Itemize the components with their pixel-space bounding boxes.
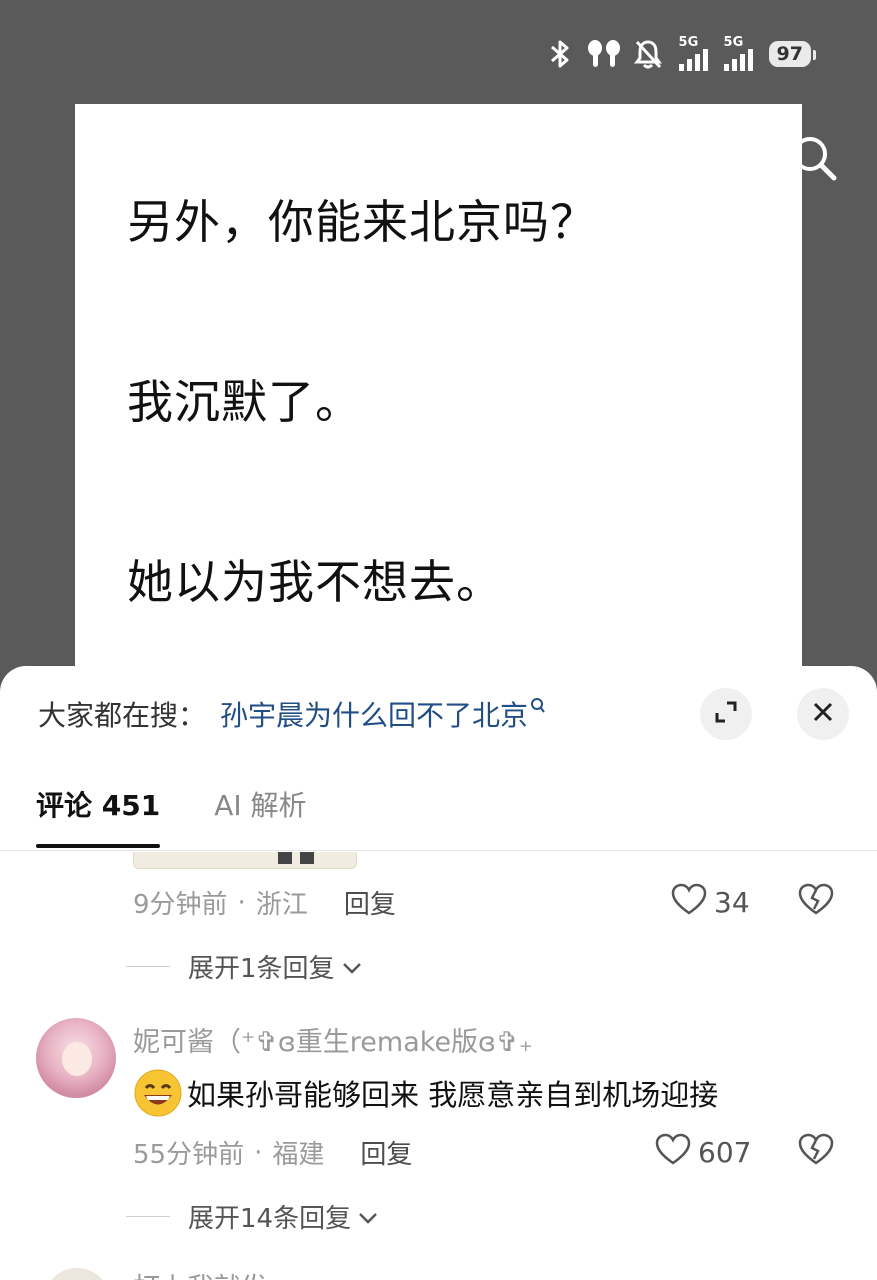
grinning-face-emoji <box>133 1068 183 1118</box>
dislike-button[interactable] <box>797 1132 835 1170</box>
expand-divider-line <box>126 966 170 967</box>
chevron-down-icon <box>357 1202 379 1232</box>
broken-heart-icon <box>797 1133 835 1170</box>
comment-meta: 55分钟前 · 福建 回复 <box>133 1134 412 1171</box>
chevron-down-icon <box>341 952 363 982</box>
expand-replies-label: 展开14条回复 <box>188 1204 352 1234</box>
tab-ai-analysis[interactable]: AI 解析 <box>214 784 306 848</box>
trending-label: 大家都在搜： <box>38 699 207 732</box>
search-small-icon <box>530 697 546 720</box>
dislike-button[interactable] <box>797 882 835 920</box>
comment-tabs: 评论 451 AI 解析 <box>36 784 307 848</box>
expand-panel-button[interactable] <box>700 688 752 740</box>
bluetooth-icon <box>545 37 575 71</box>
status-bar: 5G 5G 97 <box>0 0 877 100</box>
signal-icon: 5G <box>678 35 708 71</box>
expand-replies-button[interactable]: 展开1条回复 <box>126 948 363 985</box>
expand-icon <box>713 699 739 729</box>
story-page: 另外，你能来北京吗？ 我沉默了。 她以为我不想去。 <box>75 104 802 704</box>
mute-bell-icon <box>633 37 663 71</box>
broken-heart-icon <box>797 883 835 920</box>
comment-location: 浙江 <box>255 890 308 920</box>
like-button[interactable]: 607 <box>654 1132 751 1173</box>
like-count: 34 <box>714 886 750 919</box>
like-button[interactable]: 34 <box>670 882 750 923</box>
network-type-label: 5G <box>678 35 699 50</box>
heart-icon <box>670 882 708 923</box>
comment-time: 9分钟前 <box>133 890 228 920</box>
trending-query-link[interactable]: 孙宇晨为什么回不了北京 <box>220 694 528 734</box>
expand-replies-label: 展开1条回复 <box>188 954 335 984</box>
comment-image[interactable] <box>133 852 357 869</box>
story-line: 另外，你能来北京吗？ <box>127 195 597 249</box>
meta-separator: · <box>254 1137 263 1168</box>
comment-meta: 9分钟前 · 浙江 回复 <box>133 884 396 921</box>
earbuds-icon <box>585 37 623 71</box>
like-count: 607 <box>698 1136 752 1169</box>
close-panel-button[interactable] <box>797 688 849 740</box>
trending-search[interactable]: 大家都在搜： 孙宇晨为什么回不了北京 <box>38 694 546 734</box>
close-icon <box>812 701 834 727</box>
network-type-label: 5G <box>723 35 744 50</box>
heart-icon <box>654 1132 692 1173</box>
avatar[interactable] <box>44 1268 110 1280</box>
comment-sheet: 大家都在搜： 孙宇晨为什么回不了北京 评论 451 AI 解析 9分钟前 · 浙… <box>0 666 877 1280</box>
reply-button[interactable]: 回复 <box>360 1134 412 1171</box>
comment-username[interactable]: 妮可酱（⁺✞ɞ重生remake版ɞ✞₊ <box>133 1020 533 1059</box>
battery-level: 97 <box>776 42 803 65</box>
story-line: 她以为我不想去。 <box>127 555 503 609</box>
battery-icon: 97 <box>768 40 817 67</box>
avatar[interactable] <box>36 1018 116 1098</box>
comment-body: 如果孙哥能够回来 我愿意亲自到机场迎接 <box>187 1078 719 1112</box>
expand-divider-line <box>126 1216 170 1217</box>
meta-separator: · <box>237 887 246 918</box>
expand-replies-button[interactable]: 展开14条回复 <box>126 1198 379 1235</box>
status-icons: 5G 5G 97 <box>545 35 817 71</box>
comment-username[interactable]: 打上我就发 <box>133 1266 268 1280</box>
reply-button[interactable]: 回复 <box>344 884 396 921</box>
comment-location: 福建 <box>272 1140 325 1170</box>
tab-comments[interactable]: 评论 451 <box>36 784 161 848</box>
signal-icon: 5G <box>723 35 753 71</box>
comment-text: 如果孙哥能够回来 我愿意亲自到机场迎接 <box>133 1068 718 1118</box>
tabs-divider <box>0 850 877 851</box>
story-line: 我沉默了。 <box>127 375 362 429</box>
comment-time: 55分钟前 <box>133 1140 245 1170</box>
